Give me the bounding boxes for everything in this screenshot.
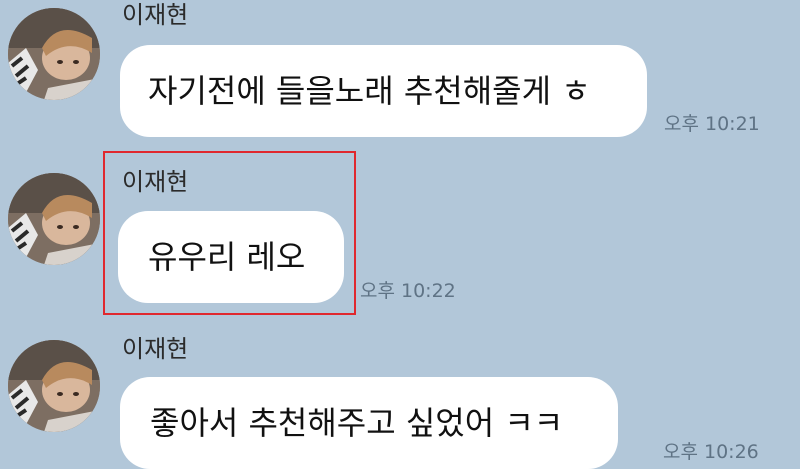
profile-photo-icon <box>8 340 100 432</box>
message-timestamp: 오후 10:21 <box>664 113 760 135</box>
message-bubble[interactable]: 자기전에 들을노래 추천해줄게 ㅎ <box>120 45 647 137</box>
sender-avatar-icon[interactable] <box>8 173 100 265</box>
sender-avatar-icon[interactable] <box>8 340 100 432</box>
message-timestamp: 오후 10:26 <box>663 441 759 463</box>
highlight-box <box>103 151 356 315</box>
sender-avatar-icon[interactable] <box>8 8 100 100</box>
message-timestamp: 오후 10:22 <box>360 280 456 302</box>
profile-photo-icon <box>8 173 100 265</box>
sender-name: 이재현 <box>122 1 189 29</box>
profile-photo-icon <box>8 8 100 100</box>
message-bubble[interactable]: 좋아서 추천해주고 싶었어 ㅋㅋ <box>120 377 618 469</box>
sender-name: 이재현 <box>122 335 189 363</box>
